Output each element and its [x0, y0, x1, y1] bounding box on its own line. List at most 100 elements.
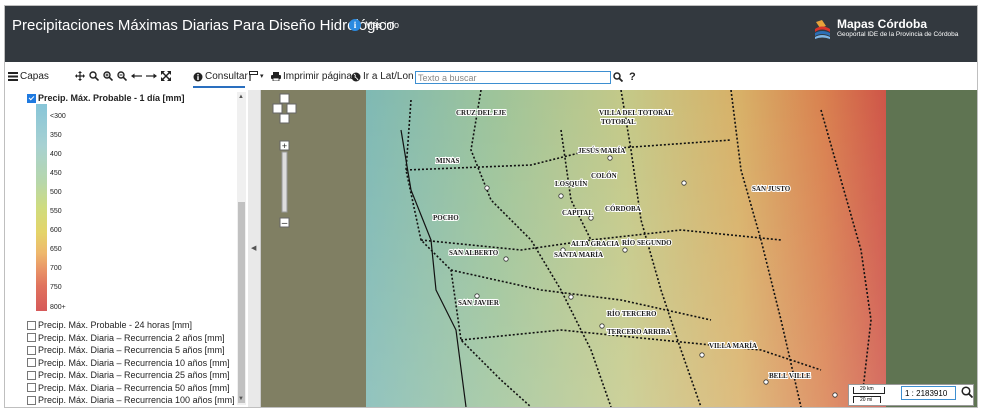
pan-west-button[interactable] [272, 103, 283, 114]
search-input[interactable] [415, 71, 611, 84]
legend-label: <300 [50, 113, 66, 120]
layer-label: Precip. Máx. Diaria – Recurrencia 2 años… [38, 332, 225, 343]
zoom-icon[interactable] [89, 71, 99, 81]
info-circle-icon [193, 72, 203, 81]
place-label: POCHO [433, 214, 459, 222]
checkbox-unchecked[interactable] [27, 370, 36, 380]
active-layer-label: Precip. Máx. Probable - 1 día [mm] [38, 93, 185, 103]
pan-north-button[interactable] [279, 93, 290, 104]
place-label: MINAS [436, 157, 459, 165]
place-label: BELL VILLE [769, 372, 811, 380]
back-arrow-icon[interactable] [131, 71, 142, 81]
layer-label: Precip. Máx. Probable - 24 horas [mm] [38, 320, 193, 330]
forward-arrow-icon[interactable] [146, 71, 157, 81]
globe-icon [351, 72, 361, 81]
scale-km-label: 20 km [860, 386, 874, 392]
print-label: Imprimir página [283, 71, 352, 82]
print-button[interactable]: Imprimir página [271, 71, 352, 82]
legend-label: 500 [50, 189, 62, 196]
legend-label: 700 [50, 265, 62, 272]
checkbox-unchecked[interactable] [27, 345, 36, 355]
place-label: SANTA MARÍA [554, 251, 603, 259]
place-label: VILLA MARÍA [709, 342, 757, 350]
legend-label: 450 [50, 170, 62, 177]
logo-name: Mapas Córdoba [837, 17, 928, 31]
goto-latlon-button[interactable]: Ir a Lat/Lon [351, 71, 414, 82]
app-frame: Precipitaciones Máximas Diarias Para Dis… [4, 5, 978, 408]
goto-label: Ir a Lat/Lon [363, 71, 414, 82]
plus-icon: + [282, 141, 287, 151]
zoom-slider[interactable] [281, 151, 288, 213]
scale-mi-label: 20 mi [860, 397, 873, 403]
layer-label: Precip. Máx. Diaria – Recurrencia 25 año… [38, 370, 230, 380]
checkbox-unchecked[interactable] [27, 320, 36, 330]
checkbox-unchecked[interactable] [27, 333, 36, 342]
layer-label: Precip. Máx. Diaria – Recurrencia 50 año… [38, 382, 230, 393]
layer-item[interactable]: Precip. Máx. Diaria – Recurrencia 10 año… [27, 358, 230, 368]
chevron-left-icon: ◀ [251, 245, 257, 252]
menu-icon [8, 72, 18, 81]
checkbox-unchecked[interactable] [27, 383, 36, 392]
info-icon: i [349, 19, 361, 31]
place-label: JESÚS MARÍA [578, 147, 625, 155]
scrollbar-thumb[interactable] [238, 202, 245, 403]
scroll-up-arrow[interactable]: ▲ [238, 94, 244, 100]
pan-east-button[interactable] [286, 103, 297, 114]
layer-item[interactable]: Precip. Máx. Diaria – Recurrencia 100 añ… [27, 395, 235, 405]
layer-item[interactable]: Precip. Máx. Diaria – Recurrencia 50 año… [27, 383, 230, 393]
search-actions: ? [613, 71, 636, 83]
search-icon[interactable] [961, 386, 973, 398]
place-label: RÍO TERCERO [607, 310, 657, 318]
checkbox-unchecked[interactable] [27, 358, 36, 367]
consultar-button[interactable]: Consultar [193, 71, 248, 82]
layer-item[interactable]: Precip. Máx. Diaria – Recurrencia 25 año… [27, 370, 230, 380]
select-tool-dropdown[interactable]: ▾ [249, 71, 264, 81]
active-tool-indicator [193, 86, 245, 88]
zoom-out-icon[interactable] [117, 71, 127, 81]
layer-item-active[interactable]: Precip. Máx. Probable - 1 día [mm] [27, 93, 185, 103]
place-label: VILLA DEL TOTORAL [599, 109, 673, 117]
layer-label: Precip. Máx. Diaria – Recurrencia 10 año… [38, 357, 230, 368]
satellite-west [261, 90, 366, 407]
pan-icon[interactable] [75, 71, 85, 81]
scale-input[interactable]: 1 : 2183910 [901, 386, 956, 400]
layer-item[interactable]: Precip. Máx. Diaria – Recurrencia 5 años… [27, 345, 225, 355]
header-bar: Precipitaciones Máximas Diarias Para Dis… [5, 6, 977, 62]
more-info-link[interactable]: i Más info [349, 19, 399, 31]
search-icon[interactable] [613, 72, 623, 82]
logo-subtitle: Geoportal IDE de la Provincia de Córdoba [837, 31, 959, 38]
legend-label: 650 [50, 246, 62, 253]
scroll-down-arrow[interactable]: ▼ [238, 396, 244, 402]
layer-item[interactable]: Precip. Máx. Diaria – Recurrencia 2 años… [27, 333, 225, 343]
place-label: COLÓN [591, 172, 617, 180]
checkbox-unchecked[interactable] [27, 395, 36, 405]
help-icon[interactable]: ? [629, 71, 636, 83]
map-canvas[interactable]: CRUZ DEL EJE VILLA DEL TOTORALTOTORAL JESÚ… [261, 90, 977, 407]
map-view[interactable]: CRUZ DEL EJE VILLA DEL TOTORAL TOTORAL JESÚ… [261, 90, 977, 407]
select-rectangle-icon [249, 71, 258, 81]
place-label: SAN JUSTO [752, 185, 791, 193]
place-label: RÍO SEGUNDO [622, 239, 672, 247]
more-info-label: Más info [365, 20, 400, 30]
place-label: SAN JAVIER [458, 299, 500, 307]
pan-south-button[interactable] [279, 113, 290, 124]
place-label: TOTORAL [601, 118, 636, 126]
minus-icon: – [282, 218, 288, 229]
checkbox-checked[interactable] [27, 93, 36, 103]
place-label: SAN ALBERTO [449, 249, 499, 257]
map-nav-tools [75, 71, 171, 81]
legend-label: 350 [50, 132, 62, 139]
satellite-east [886, 90, 977, 407]
panel-collapse-handle[interactable]: ◀ [248, 90, 261, 407]
place-label: CÓRDOBA [605, 205, 641, 213]
full-extent-icon[interactable] [161, 71, 171, 81]
layers-panel: Precip. Máx. Probable - 1 día [mm] <300 3… [5, 90, 249, 407]
printer-icon [271, 72, 281, 81]
place-label: CRUZ DEL EJE [456, 109, 507, 117]
legend-label: 600 [50, 227, 62, 234]
layer-item[interactable]: Precip. Máx. Probable - 24 horas [mm] [27, 320, 192, 330]
layers-button[interactable]: Capas [8, 71, 49, 82]
logo-icon [815, 20, 830, 39]
place-label: TERCERO ARRIBA [607, 328, 671, 336]
zoom-in-icon[interactable] [103, 71, 113, 81]
